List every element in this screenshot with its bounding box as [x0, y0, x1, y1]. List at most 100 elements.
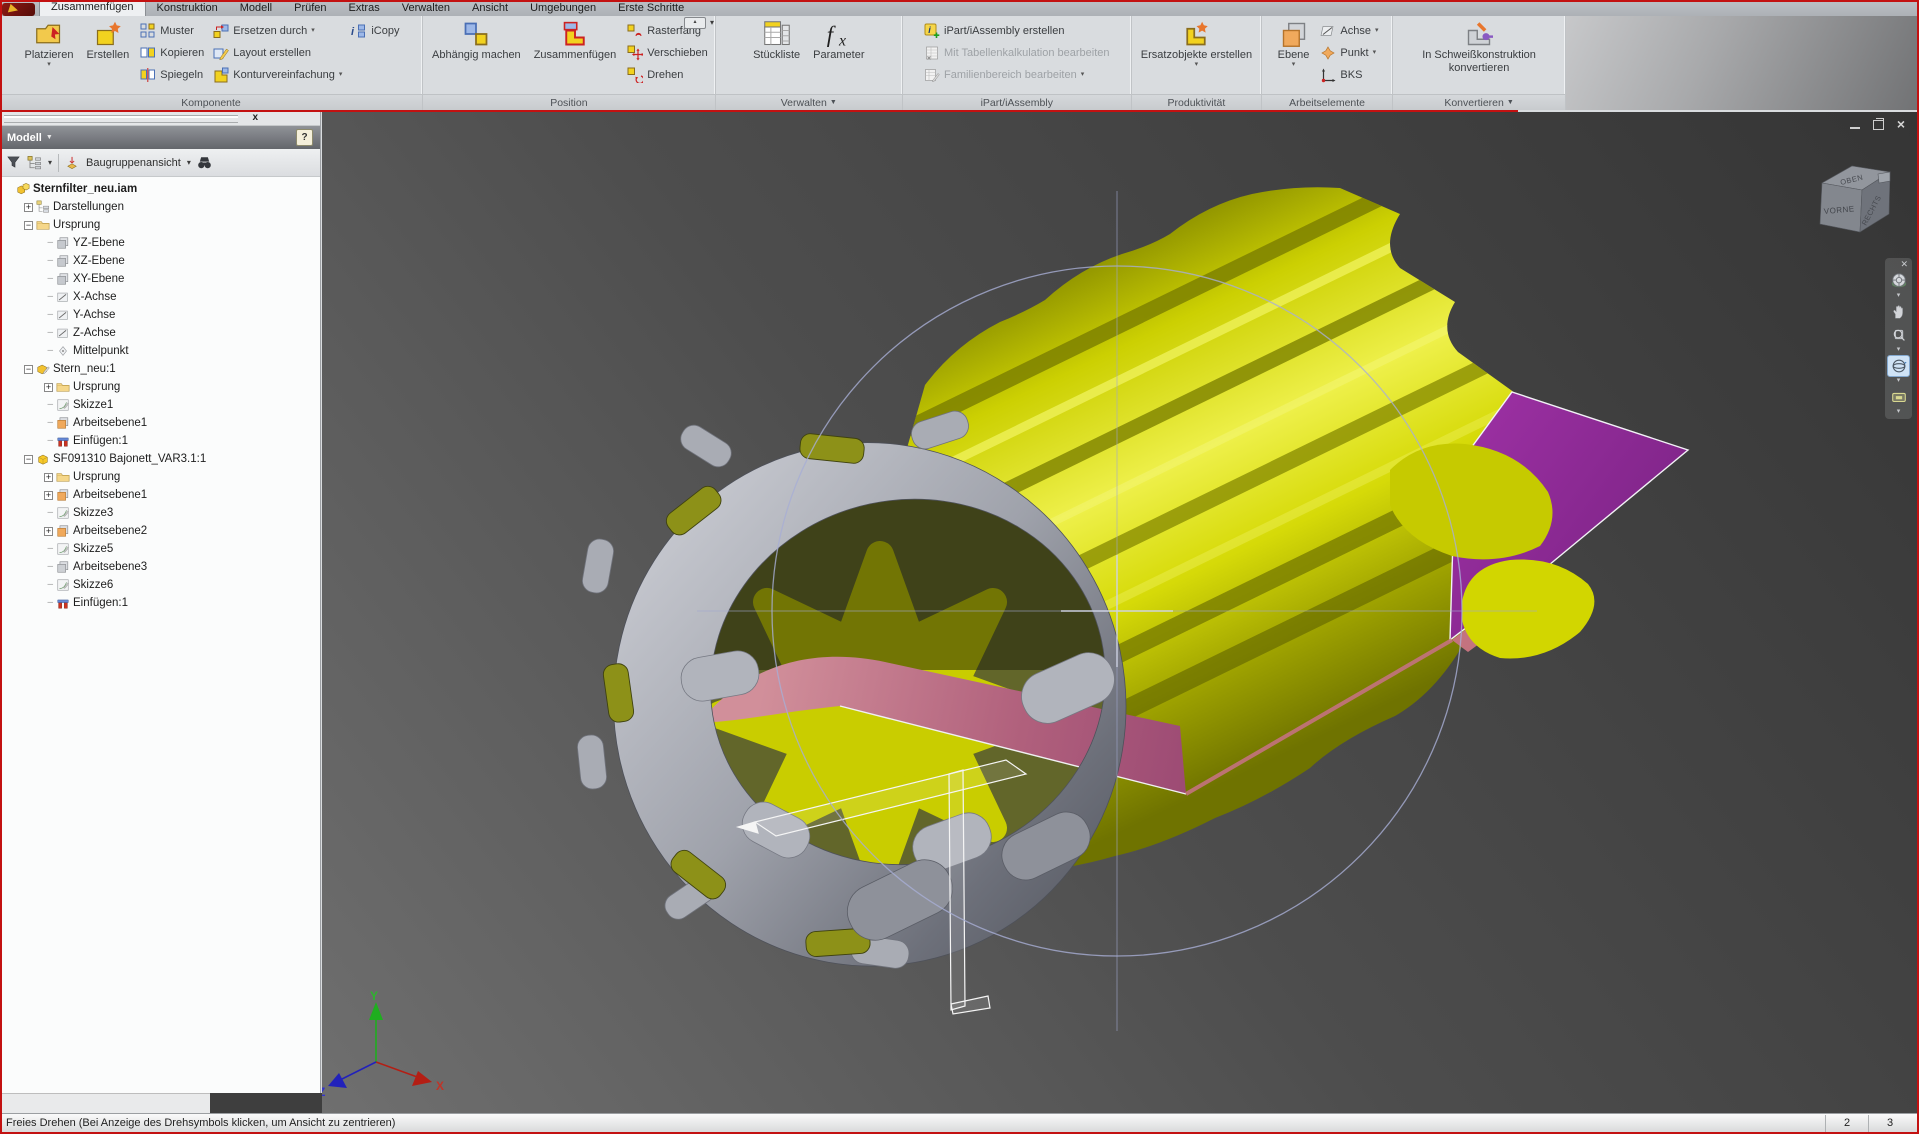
tab-umgebungen[interactable]: Umgebungen — [519, 1, 607, 16]
expand-icon[interactable]: + — [44, 527, 53, 536]
model-scene[interactable]: Y X Z OBEN VORNE RECHTS — [322, 112, 1917, 1113]
tree-item-darstellungen[interactable]: +Darstellungen — [0, 198, 320, 216]
achse-button[interactable]: Achse▾ — [1317, 20, 1381, 41]
tree-item-xz-ebene[interactable]: –XZ-Ebene — [0, 252, 320, 270]
application-button-icon[interactable] — [2, 3, 35, 16]
tab-ansicht[interactable]: Ansicht — [461, 1, 519, 16]
chevron-down-icon[interactable]: ▾ — [1897, 347, 1901, 354]
chevron-down-icon[interactable]: ▾ — [48, 158, 52, 167]
zoom-button[interactable] — [1887, 324, 1910, 346]
tree-item-arbeitsebene2[interactable]: +Arbeitsebene2 — [0, 522, 320, 540]
tree-item-y-achse[interactable]: –Y-Achse — [0, 306, 320, 324]
tab-konstruktion[interactable]: Konstruktion — [146, 1, 229, 16]
zusammenfügen-button[interactable]: Zusammenfügen — [529, 18, 622, 94]
close-icon[interactable]: × — [1897, 119, 1905, 130]
tree-item-xy-ebene[interactable]: –XY-Ebene — [0, 270, 320, 288]
drehen-button[interactable]: Drehen — [624, 64, 711, 85]
navbar-close-icon[interactable]: ✕ — [1900, 260, 1908, 268]
dropdown-arrow-icon[interactable]: ▾ — [1292, 62, 1296, 68]
verschieben-button[interactable]: Verschieben — [624, 42, 711, 63]
tree-item-z-achse[interactable]: –Z-Achse — [0, 324, 320, 342]
chevron-down-icon[interactable]: ▾ — [1897, 378, 1901, 385]
abhängig-machen-button[interactable]: Abhängig machen — [427, 18, 526, 94]
tree-item-sternfilter-neu-iam[interactable]: Sternfilter_neu.iam — [0, 180, 320, 198]
tree-item-x-achse[interactable]: –X-Achse — [0, 288, 320, 306]
tree-item-ursprung[interactable]: −Ursprung — [0, 216, 320, 234]
tree-item-mittelpunkt[interactable]: –Mittelpunkt — [0, 342, 320, 360]
dock-close-icon[interactable]: x — [252, 112, 258, 124]
dropdown-arrow-icon[interactable]: ▾ — [1195, 62, 1199, 68]
ribbon-group-label[interactable]: Verwalten▼ — [716, 94, 902, 110]
punkt-button[interactable]: Punkt▾ — [1317, 42, 1381, 63]
ribbon-group-label[interactable]: Konvertieren▼ — [1393, 94, 1565, 110]
graphics-viewport[interactable]: Y X Z OBEN VORNE RECHTS × ✕ ▾ ▾ — [322, 112, 1917, 1113]
collapse-icon[interactable]: − — [24, 221, 33, 230]
bks-button[interactable]: BKS — [1317, 64, 1381, 85]
ribbon-collapse-icon[interactable]: ▴ — [684, 17, 706, 29]
tree-view-icon[interactable] — [27, 155, 42, 170]
assembly-view-icon[interactable] — [65, 155, 80, 170]
ebene-button[interactable]: Ebene▾ — [1273, 18, 1315, 94]
platzieren-button[interactable]: Platzieren▾ — [20, 18, 79, 94]
menu-more-icon[interactable]: ▾ — [1897, 409, 1901, 416]
collapse-icon[interactable]: − — [24, 455, 33, 464]
tree-item-skizze6[interactable]: –Skizze6 — [0, 576, 320, 594]
chevron-down-icon[interactable]: ▾ — [187, 158, 191, 167]
tree-item-einfügen-1[interactable]: –Einfügen:1 — [0, 594, 320, 612]
dropdown-arrow-icon[interactable]: ▾ — [1373, 50, 1377, 56]
chevron-down-icon[interactable]: ▼ — [46, 134, 53, 141]
tree-item-ursprung[interactable]: +Ursprung — [0, 378, 320, 396]
view-cube[interactable]: OBEN VORNE RECHTS — [1820, 166, 1890, 232]
dropdown-arrow-icon[interactable]: ▾ — [339, 72, 343, 78]
layout-erstellen-button[interactable]: Layout erstellen — [210, 42, 345, 63]
tree-item-sf091310-bajonett-var3-1-1[interactable]: −SF091310 Bajonett_VAR3.1:1 — [0, 450, 320, 468]
tab-extras[interactable]: Extras — [338, 1, 391, 16]
tree-item-arbeitsebene1[interactable]: –Arbeitsebene1 — [0, 414, 320, 432]
chevron-down-icon[interactable]: ▼ — [830, 96, 837, 110]
ribbon-collapse-control[interactable]: ▴ ▾ — [684, 17, 714, 29]
restore-icon[interactable] — [1873, 120, 1884, 130]
expand-icon[interactable]: + — [44, 473, 53, 482]
icopy-button[interactable]: iiCopy — [348, 20, 402, 41]
navigation-wheel-button[interactable] — [1887, 270, 1910, 292]
tab-prüfen[interactable]: Prüfen — [283, 1, 337, 16]
tab-modell[interactable]: Modell — [229, 1, 283, 16]
tree-item-stern-neu-1[interactable]: −Stern_neu:1 — [0, 360, 320, 378]
expand-icon[interactable]: + — [24, 203, 33, 212]
orbit-button-active[interactable] — [1887, 355, 1910, 377]
tree-item-skizze5[interactable]: –Skizze5 — [0, 540, 320, 558]
chevron-down-icon[interactable]: ▼ — [1507, 96, 1514, 110]
dropdown-arrow-icon[interactable]: ▾ — [311, 28, 315, 34]
muster-button[interactable]: Muster — [137, 20, 207, 41]
chevron-down-icon[interactable]: ▾ — [710, 19, 714, 27]
tree-item-arbeitsebene3[interactable]: –Arbeitsebene3 — [0, 558, 320, 576]
erstellen-button[interactable]: Erstellen — [81, 18, 134, 94]
ersetzen-durch-button[interactable]: Ersetzen durch▾ — [210, 20, 345, 41]
look-at-button[interactable] — [1887, 386, 1910, 408]
tree-item-arbeitsebene1[interactable]: +Arbeitsebene1 — [0, 486, 320, 504]
in-schweißkonstruktion-konvertieren-button[interactable]: In Schweißkonstruktion konvertieren — [1399, 18, 1559, 94]
tree-item-skizze3[interactable]: –Skizze3 — [0, 504, 320, 522]
pan-button[interactable] — [1887, 301, 1910, 323]
stückliste-button[interactable]: Stückliste — [748, 18, 805, 94]
help-button[interactable]: ? — [296, 129, 313, 146]
dropdown-arrow-icon[interactable]: ▾ — [47, 62, 51, 68]
tree-item-einfügen-1[interactable]: –Einfügen:1 — [0, 432, 320, 450]
browser-dock-strip[interactable]: x — [0, 112, 320, 126]
parameter-button[interactable]: fxParameter — [808, 18, 869, 94]
kopieren-button[interactable]: Kopieren — [137, 42, 207, 63]
spiegeln-button[interactable]: Spiegeln — [137, 64, 207, 85]
ipart-iassembly-erstellen-button[interactable]: iiPart/iAssembly erstellen — [921, 20, 1113, 41]
tab-verwalten[interactable]: Verwalten — [391, 1, 461, 16]
search-binoculars-icon[interactable] — [197, 155, 212, 170]
expand-icon[interactable]: + — [44, 383, 53, 392]
dropdown-arrow-icon[interactable]: ▾ — [1375, 28, 1379, 34]
tree-item-ursprung[interactable]: +Ursprung — [0, 468, 320, 486]
tab-zusammenfügen[interactable]: Zusammenfügen — [39, 0, 146, 16]
browser-view-mode-label[interactable]: Baugruppenansicht — [86, 157, 181, 169]
tree-item-skizze1[interactable]: –Skizze1 — [0, 396, 320, 414]
ersatzobjekte-erstellen-button[interactable]: Ersatzobjekte erstellen▾ — [1136, 18, 1257, 94]
minimize-icon[interactable] — [1850, 127, 1860, 129]
collapse-icon[interactable]: − — [24, 365, 33, 374]
dropdown-arrow-icon[interactable]: ▾ — [1081, 72, 1085, 78]
